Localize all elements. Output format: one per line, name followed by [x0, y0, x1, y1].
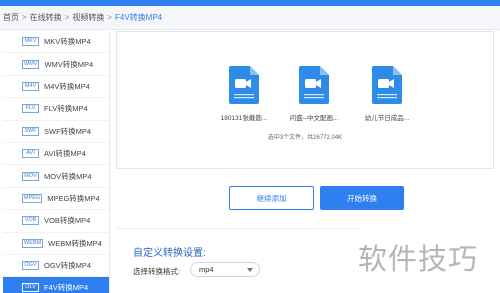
format-select-value: mp4	[199, 265, 214, 274]
sidebar-item[interactable]: OGV OGV转换MP4	[3, 255, 109, 278]
sidebar-item[interactable]: WMV WMV转换MP4	[3, 53, 109, 76]
format-badge-icon: WEBM	[22, 238, 44, 248]
sidebar-item[interactable]: OLV F4V转换MP4	[3, 277, 109, 293]
format-badge-icon: AVI	[22, 149, 39, 159]
breadcrumb-separator: >	[22, 13, 27, 22]
sidebar-item[interactable]: FLV FLV转换MP4	[3, 98, 109, 121]
format-badge-icon: VOB	[22, 216, 39, 226]
sidebar-item[interactable]: MPEG MPEG转换MP4	[3, 188, 109, 211]
breadcrumb-separator: >	[64, 13, 70, 22]
sidebar-item-label: SWF转换MP4	[44, 126, 92, 136]
section-divider	[116, 228, 358, 229]
sidebar-item-label: M4V转换MP4	[44, 81, 90, 91]
file-item[interactable]: 问盛--中文配画...	[284, 66, 344, 122]
video-file-icon	[372, 66, 402, 104]
sidebar-item[interactable]: WEBM WEBM转换MP4	[3, 233, 109, 255]
video-file-icon	[299, 66, 329, 104]
file-item[interactable]: 幼儿节日成品...	[357, 66, 417, 122]
selection-summary: 选中3个文件，共26772.04K	[267, 135, 343, 141]
format-badge-icon: OGV	[22, 261, 39, 271]
format-badge-icon: OLV	[22, 283, 39, 293]
breadcrumb-separator: >	[107, 13, 113, 22]
format-badge-icon: M4V	[22, 81, 39, 91]
start-convert-button[interactable]: 开始转换	[320, 186, 404, 210]
sidebar-item-label: VOB转换MP4	[44, 216, 91, 226]
sidebar-item-label: MKV转换MP4	[44, 37, 91, 47]
file-item[interactable]: 180131张戴筋...	[214, 66, 274, 122]
file-name: 幼儿节日成品...	[364, 115, 410, 122]
sidebar-item-label: MPEG转换MP4	[47, 193, 100, 203]
sidebar-item-label: MOV转换MP4	[44, 171, 92, 181]
sidebar-item[interactable]: MOV MOV转换MP4	[3, 165, 109, 188]
format-badge-icon: MKV	[22, 37, 39, 47]
sidebar-item-label: WEBM转换MP4	[48, 238, 102, 248]
format-badge-icon: WMV	[22, 59, 40, 69]
breadcrumb-online-convert[interactable]: 在线转换	[30, 12, 62, 23]
file-name: 180131张戴筋...	[220, 115, 268, 122]
continue-add-button[interactable]: 继续添加	[229, 186, 314, 210]
custom-settings-title: 自定义转换设置:	[133, 248, 206, 259]
file-upload-panel[interactable]: 180131张戴筋... 问盛--中文配画... 幼儿节日成品... 选中3个文…	[116, 31, 494, 169]
format-badge-icon: MOV	[22, 171, 39, 181]
sidebar-item[interactable]: AVI AVI转换MP4	[3, 143, 109, 166]
chevron-down-icon	[247, 268, 253, 272]
video-file-icon	[229, 66, 259, 104]
format-label: 选择转换格式:	[133, 267, 181, 276]
sidebar-item-label: OGV转换MP4	[44, 261, 92, 271]
sidebar-item[interactable]: SWF SWF转换MP4	[3, 121, 109, 143]
breadcrumb: 首页 > 在线转换 > 视频转换 > F4V转换MP4	[0, 6, 500, 30]
sidebar-item-label: FLV转换MP4	[44, 104, 88, 114]
breadcrumb-current: F4V转换MP4	[115, 13, 163, 22]
watermark-text: 软件技巧	[358, 244, 479, 276]
sidebar-item-label: F4V转换MP4	[44, 283, 89, 293]
breadcrumb-video-convert[interactable]: 视频转换	[72, 12, 104, 23]
format-badge-icon: SWF	[22, 126, 39, 136]
file-name: 问盛--中文配画...	[289, 115, 339, 122]
format-badge-icon: FLV	[22, 104, 39, 114]
sidebar-item[interactable]: M4V M4V转换MP4	[3, 76, 109, 99]
format-select[interactable]: mp4	[190, 262, 260, 277]
sidebar: MKV MKV转换MP4 WMV WMV转换MP4 M4V M4V转换MP4 FLV FLV转…	[0, 31, 110, 293]
sidebar-item[interactable]: VOB VOB转换MP4	[3, 210, 109, 233]
breadcrumb-home[interactable]: 首页	[3, 12, 19, 23]
sidebar-item[interactable]: MKV MKV转换MP4	[3, 31, 109, 54]
sidebar-item-label: WMV转换MP4	[44, 59, 94, 69]
sidebar-item-label: AVI转换MP4	[44, 149, 86, 159]
format-badge-icon: MPEG	[22, 193, 43, 203]
